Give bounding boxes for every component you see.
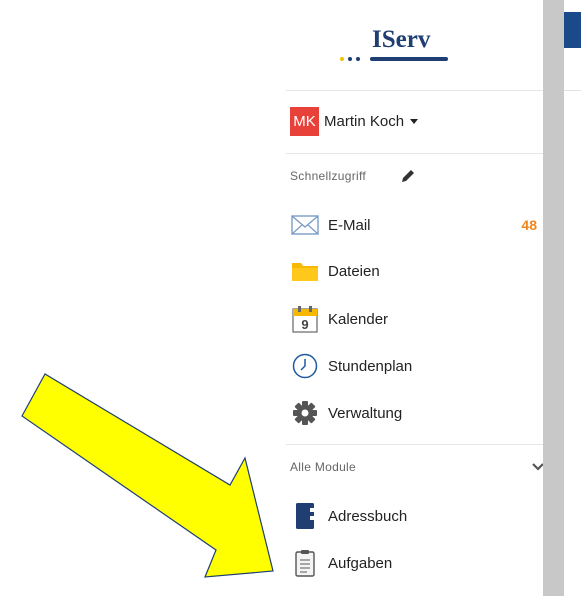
user-menu[interactable]: MK Martin Koch bbox=[290, 106, 419, 136]
calendar-day: 9 bbox=[301, 317, 308, 332]
divider bbox=[286, 444, 543, 445]
nav-item-tasks[interactable]: Aufgaben bbox=[290, 548, 542, 578]
nav-label: Stundenplan bbox=[328, 357, 413, 375]
nav-label: Kalender bbox=[328, 310, 389, 328]
nav-label: Aufgaben bbox=[328, 554, 393, 572]
nav-item-files[interactable]: Dateien bbox=[290, 256, 542, 286]
address-book-icon bbox=[290, 501, 320, 531]
iserv-logo[interactable]: IServ bbox=[334, 26, 454, 66]
clipboard-icon bbox=[290, 548, 320, 578]
screenshot-canvas: IServ MK Martin Koch Schnellzugriff E-Ma… bbox=[0, 0, 581, 596]
gear-icon bbox=[290, 398, 320, 428]
content-header-bar bbox=[564, 12, 581, 48]
divider bbox=[286, 153, 543, 154]
scrollbar-track[interactable] bbox=[543, 0, 564, 596]
logo-dot-blue bbox=[356, 57, 360, 61]
logo-text: IServ bbox=[372, 26, 431, 53]
nav-item-administration[interactable]: Verwaltung bbox=[290, 398, 542, 428]
content-divider bbox=[564, 90, 581, 91]
nav-item-email[interactable]: E-Mail 48 bbox=[290, 210, 542, 240]
nav-item-address-book[interactable]: Adressbuch bbox=[290, 501, 542, 531]
nav-item-calendar[interactable]: 9 Kalender bbox=[290, 304, 542, 334]
all-modules-label: Alle Module bbox=[290, 460, 357, 474]
unread-count-badge: 48 bbox=[521, 217, 537, 233]
folder-icon bbox=[290, 256, 320, 286]
user-name: Martin Koch bbox=[324, 112, 405, 130]
nav-label: Verwaltung bbox=[328, 404, 403, 422]
calendar-icon: 9 bbox=[290, 304, 320, 334]
nav-label: Dateien bbox=[328, 262, 380, 280]
quick-access-label: Schnellzugriff bbox=[290, 169, 367, 183]
envelope-icon bbox=[290, 210, 320, 240]
nav-label: E-Mail bbox=[328, 216, 371, 234]
logo-dot-yellow bbox=[340, 57, 344, 61]
logo-dot-blue bbox=[348, 57, 352, 61]
logo-underline bbox=[370, 57, 448, 61]
pencil-icon[interactable] bbox=[400, 168, 416, 184]
avatar: MK bbox=[290, 106, 319, 136]
divider bbox=[286, 90, 543, 91]
nav-item-timetable[interactable]: Stundenplan bbox=[290, 351, 542, 381]
nav-label: Adressbuch bbox=[328, 507, 408, 525]
caret-down-icon bbox=[410, 118, 419, 124]
sidebar: IServ MK Martin Koch Schnellzugriff E-Ma… bbox=[272, 0, 544, 596]
clock-icon bbox=[290, 351, 320, 381]
